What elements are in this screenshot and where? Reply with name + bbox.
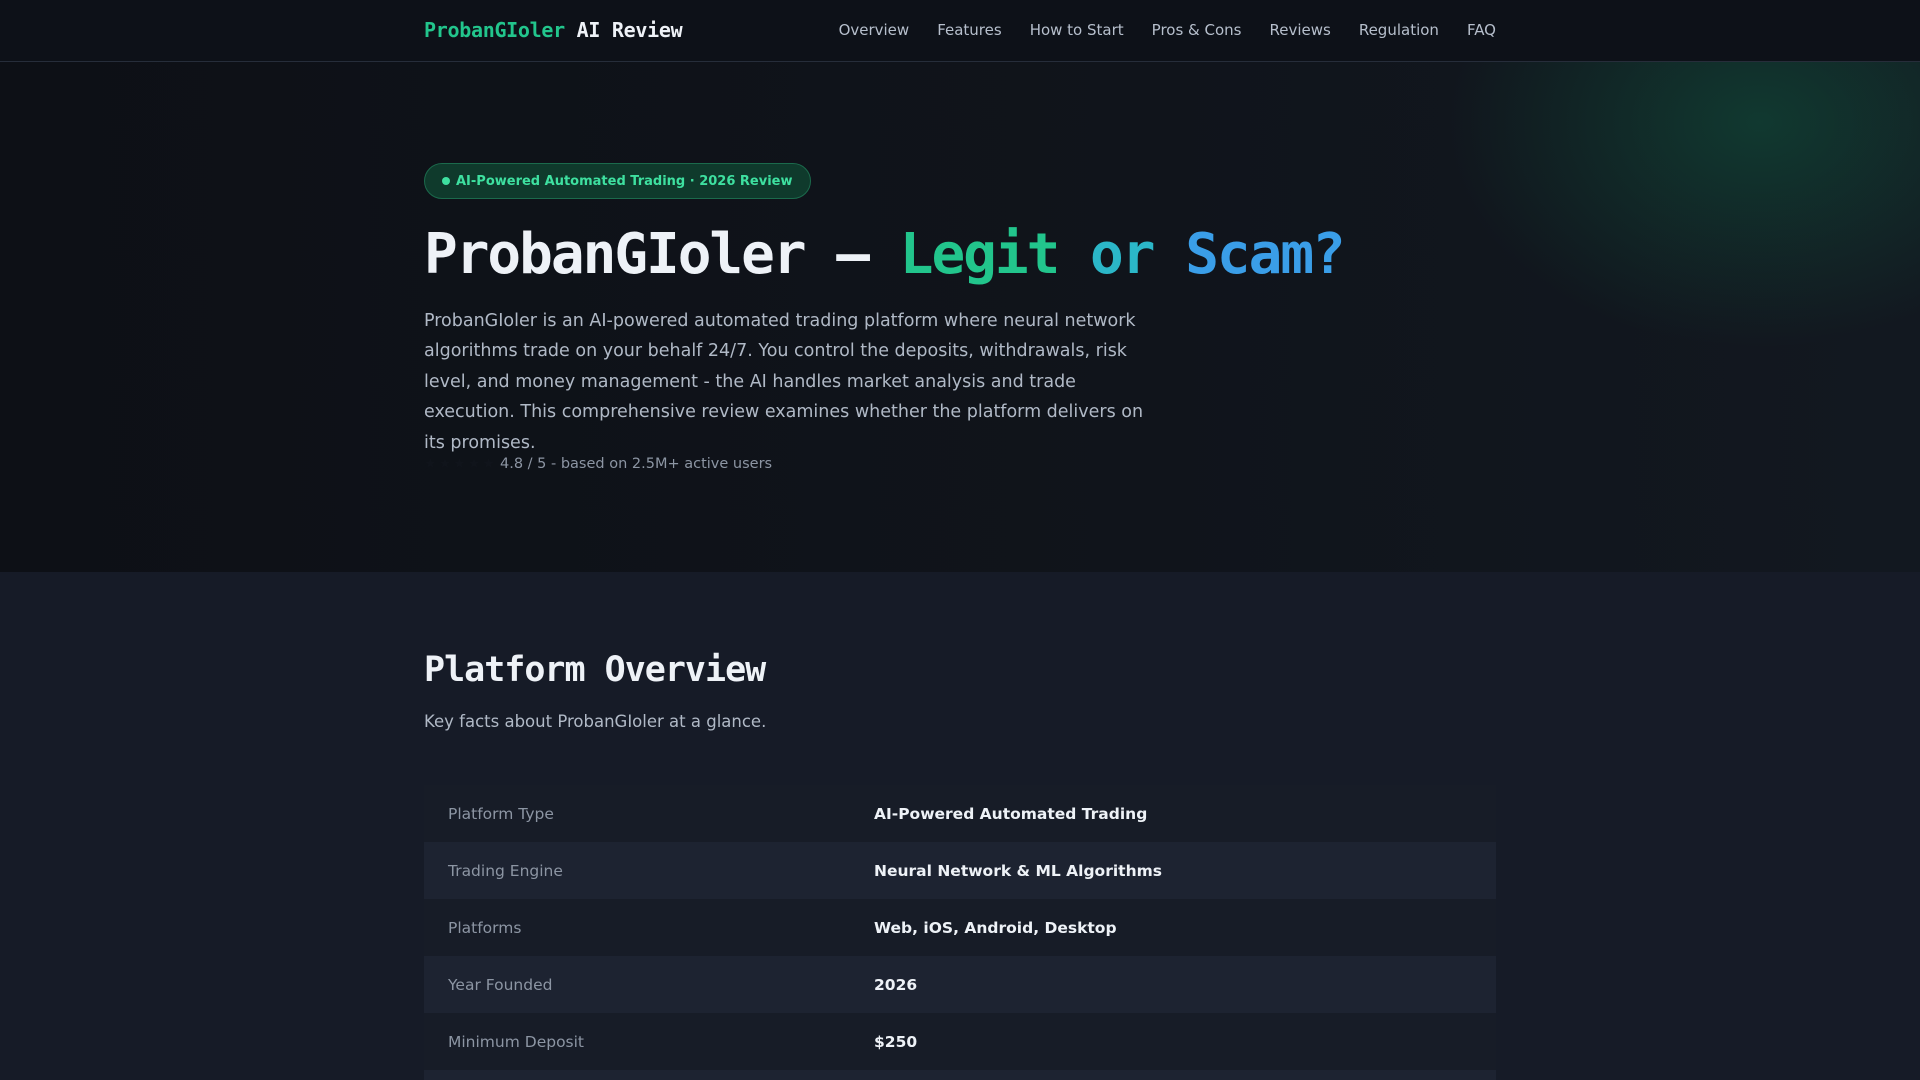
hero-title-legit: Legit — [899, 222, 1061, 287]
table-row: Trading Engine Neural Network & ML Algor… — [424, 842, 1496, 899]
nav-item-faq[interactable]: FAQ — [1467, 21, 1496, 39]
table-row: Minimum Deposit $250 — [424, 1013, 1496, 1070]
hero-section: AI-Powered Automated Trading · 2026 Revi… — [0, 62, 1920, 572]
brand-logo[interactable]: ProbanGIoler AI Review — [424, 18, 683, 42]
hero-title-or: or — [1090, 222, 1155, 287]
overview-subtitle: Key facts about ProbanGIoler at a glance… — [424, 712, 767, 731]
star-icon: ★ — [467, 456, 481, 472]
main-nav: Overview Features How to Start Pros & Co… — [839, 21, 1496, 39]
brand-name: ProbanGIoler — [424, 18, 565, 42]
table-row: Platform Type AI-Powered Automated Tradi… — [424, 785, 1496, 842]
nav-item-features[interactable]: Features — [937, 21, 1002, 39]
table-row: Year Founded 2026 — [424, 956, 1496, 1013]
rating-text: 4.8 / 5 - based on 2.5M+ active users — [500, 456, 773, 472]
rating-summary: ★ ★ ★ ★ ★ 4.8 / 5 - based on 2.5M+ activ… — [424, 456, 772, 472]
hero-title-main: ProbanGIoler – — [424, 222, 870, 287]
brand-suffix: AI Review — [576, 18, 683, 42]
row-label: Minimum Deposit — [448, 1032, 585, 1051]
nav-item-regulation[interactable]: Regulation — [1359, 21, 1439, 39]
hero-title: ProbanGIoler – Legit or Scam? — [424, 222, 1346, 287]
table-row: Platforms Web, iOS, Android, Desktop — [424, 899, 1496, 956]
hero-description: ProbanGIoler is an AI-powered automated … — [424, 311, 1144, 453]
row-label: Trading Engine — [448, 861, 563, 880]
rating-stars: ★ ★ ★ ★ ★ — [424, 456, 495, 472]
star-icon: ★ — [453, 456, 466, 472]
star-icon: ★ — [482, 456, 495, 472]
nav-item-reviews[interactable]: Reviews — [1269, 21, 1330, 39]
hero-title-scam: Scam? — [1185, 222, 1346, 287]
top-navbar: ProbanGIoler AI Review Overview Features… — [0, 0, 1920, 62]
row-value: 2026 — [874, 975, 918, 994]
row-value: AI-Powered Automated Trading — [874, 804, 1148, 823]
nav-item-overview[interactable]: Overview — [839, 21, 910, 39]
row-label: Year Founded — [448, 975, 553, 994]
nav-item-how-to-start[interactable]: How to Start — [1030, 21, 1124, 39]
row-value: Web, iOS, Android, Desktop — [874, 918, 1117, 937]
star-icon: ★ — [424, 456, 437, 472]
row-label: Platforms — [448, 918, 522, 937]
row-label: Platform Type — [448, 804, 554, 823]
hero-badge: AI-Powered Automated Trading · 2026 Revi… — [424, 163, 811, 199]
star-icon: ★ — [438, 456, 452, 472]
overview-table: Platform Type AI-Powered Automated Tradi… — [424, 785, 1496, 1080]
table-row — [424, 1070, 1496, 1080]
robot-icon — [442, 177, 450, 185]
row-value: Neural Network & ML Algorithms — [874, 861, 1162, 880]
nav-item-pros-cons[interactable]: Pros & Cons — [1152, 21, 1242, 39]
hero-badge-label: AI-Powered Automated Trading · 2026 Revi… — [456, 173, 793, 189]
row-value: $250 — [874, 1032, 918, 1051]
overview-title: Platform Overview — [424, 650, 766, 690]
